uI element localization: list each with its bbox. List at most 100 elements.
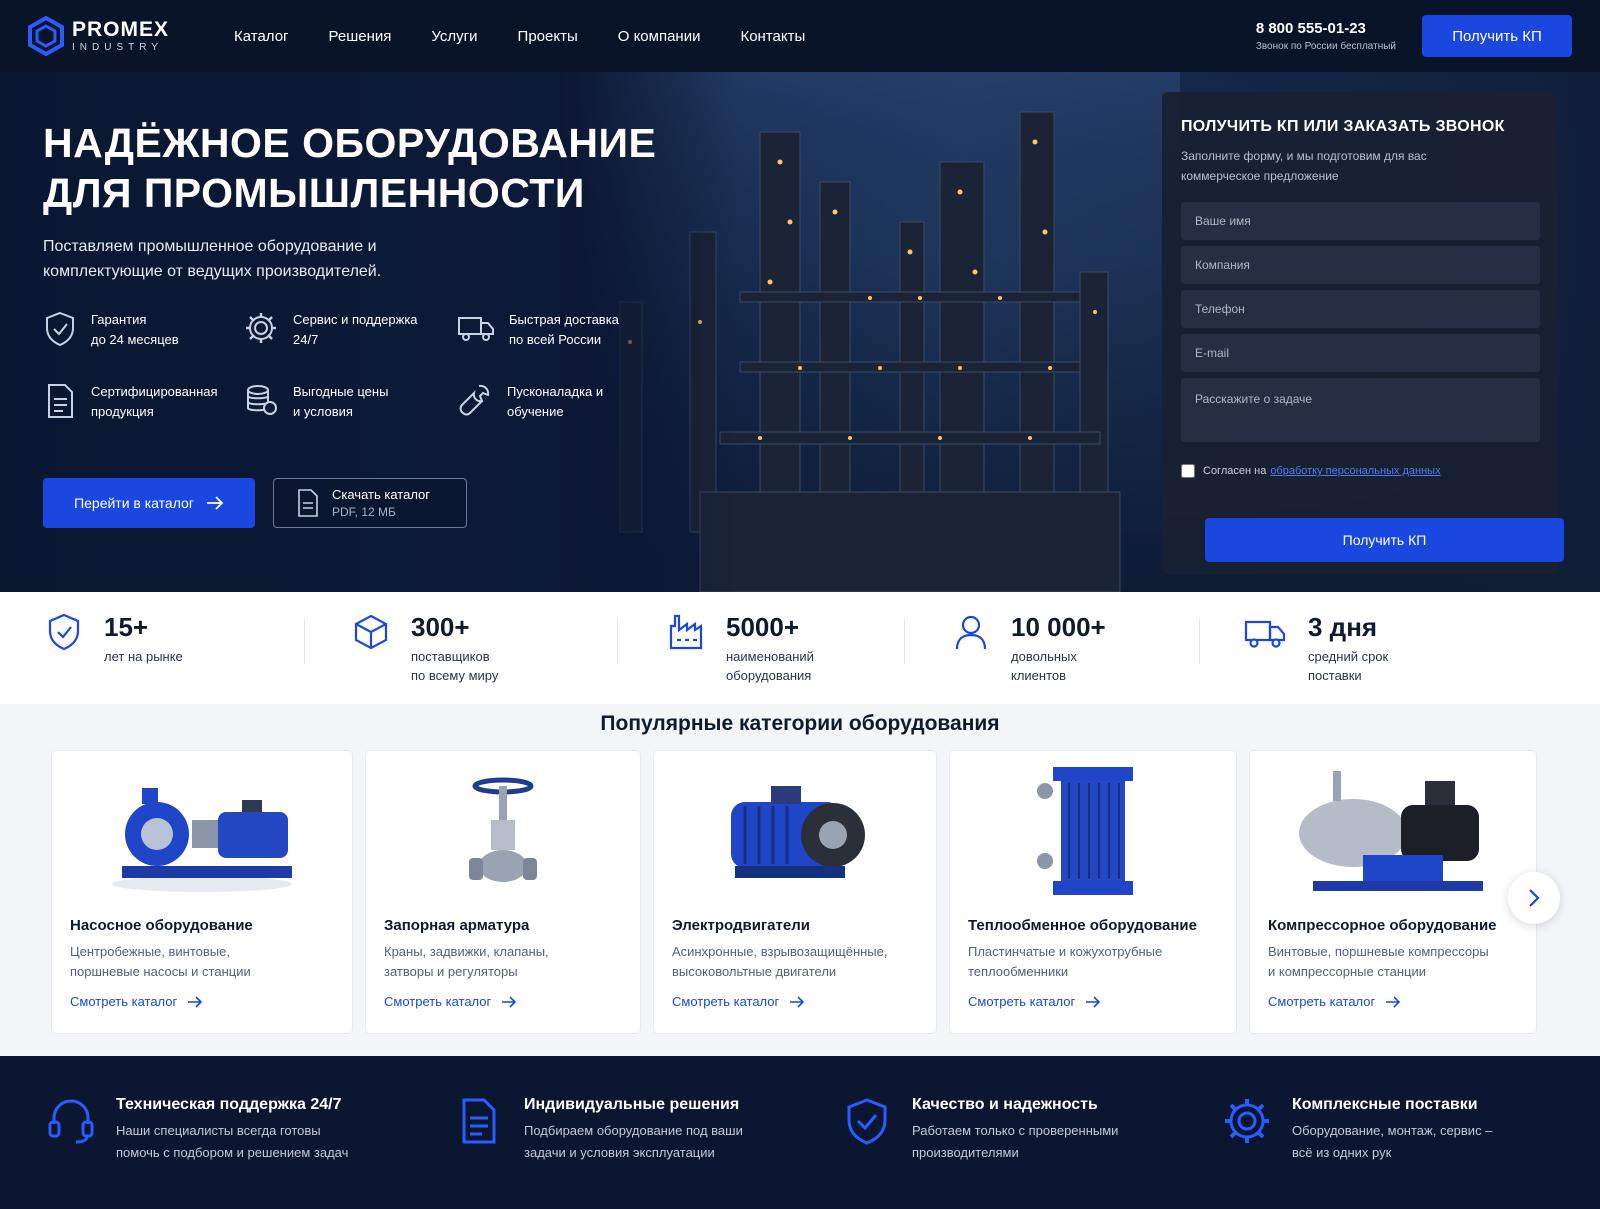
name-field[interactable]: [1181, 202, 1540, 240]
go-to-catalog-label: Перейти в каталог: [74, 495, 194, 511]
coins-icon: [247, 385, 277, 415]
feature-label: Пусконаладка и обучение: [507, 384, 604, 419]
truck-icon: [1244, 620, 1286, 648]
view-catalog-link[interactable]: Смотреть каталог: [968, 994, 1218, 1009]
phone-number[interactable]: 8 800 555-01-23: [1256, 20, 1396, 37]
site-header: PROMEX INDUSTRY Каталог Решения Услуги П…: [0, 0, 1600, 72]
go-to-catalog-button[interactable]: Перейти в каталог: [43, 478, 255, 528]
phone-block: 8 800 555-01-23 Звонок по России бесплат…: [1256, 20, 1396, 52]
category-name: Запорная арматура: [384, 917, 530, 934]
advantage-title: Комплексные поставки: [1292, 1096, 1478, 1113]
advantage-text: Подбираем оборудование под ваши задачи и…: [524, 1123, 743, 1160]
category-card-compressors[interactable]: Компрессорное оборудование Винтовые, пор…: [1249, 750, 1537, 1034]
document-icon: [462, 1098, 496, 1144]
form-submit-button[interactable]: Получить КП: [1205, 518, 1564, 562]
arrow-right-icon: [502, 995, 517, 1008]
stat-value: 3 дня: [1308, 612, 1378, 642]
category-desc: Пластинчатые и кожухотрубные теплообменн…: [968, 944, 1163, 979]
download-catalog-meta: PDF, 12 МБ: [332, 505, 396, 519]
heat-exchanger-image: [968, 751, 1218, 911]
email-field[interactable]: [1181, 334, 1540, 372]
category-name: Компрессорное оборудование: [1268, 917, 1497, 934]
category-card-pumps[interactable]: Насосное оборудование Центробежные, винт…: [51, 750, 353, 1034]
category-desc: Центробежные, винтовые, поршневые насосы…: [70, 944, 251, 979]
stat-value: 300+: [411, 612, 470, 642]
feature-service: Сервис и поддержка 24/7: [243, 310, 457, 350]
view-catalog-link[interactable]: Смотреть каталог: [384, 994, 622, 1009]
stat-label: средний срок поставки: [1308, 649, 1389, 683]
consent-text: Согласен на: [1203, 465, 1267, 477]
arrow-right-icon: [188, 995, 203, 1008]
logo-main: PROMEX: [72, 18, 170, 41]
feature-prices: Выгодные цены и условия: [243, 382, 457, 422]
stat-value: 5000+: [726, 612, 800, 642]
consent-checkbox[interactable]: [1181, 464, 1195, 478]
view-catalog-link[interactable]: Смотреть каталог: [70, 994, 334, 1009]
category-desc: Асинхронные, взрывозащищённые, высоковол…: [672, 944, 888, 979]
category-name: Электродвигатели: [672, 917, 810, 934]
pdf-document-icon: [298, 489, 318, 517]
feature-label: Гарантия до 24 месяцев: [91, 312, 179, 347]
advantage-title: Индивидуальные решения: [524, 1096, 740, 1113]
carousel-next-button[interactable]: [1508, 872, 1560, 924]
logo[interactable]: PROMEX INDUSTRY: [28, 16, 208, 56]
advantage-support: Техническая поддержка 24/7 Наши специалис…: [46, 1096, 454, 1209]
feature-delivery: Быстрая доставка по всей России: [457, 310, 643, 350]
download-catalog-button[interactable]: Скачать каталог PDF, 12 МБ: [273, 478, 467, 528]
advantage-title: Техническая поддержка 24/7: [116, 1096, 342, 1113]
hero-subtitle: Поставляем промышленное оборудование и к…: [43, 238, 382, 280]
hero-section: НАДЁЖНОЕ ОБОРУДОВАНИЕ ДЛЯ ПРОМЫШЛЕННОСТИ…: [0, 72, 1600, 592]
category-name: Теплообменное оборудование: [968, 917, 1197, 934]
phone-field[interactable]: [1181, 290, 1540, 328]
hero-title: НАДЁЖНОЕ ОБОРУДОВАНИЕ ДЛЯ ПРОМЫШЛЕННОСТИ: [43, 118, 656, 218]
category-name: Насосное оборудование: [70, 917, 253, 934]
factory-icon: [669, 614, 703, 650]
shield-check-icon: [46, 311, 74, 347]
cube-icon: [354, 614, 388, 650]
view-catalog-label: Смотреть каталог: [672, 994, 780, 1009]
advantages-section: Техническая поддержка 24/7 Наши специалис…: [0, 1056, 1600, 1209]
nav-projects[interactable]: Проекты: [518, 28, 578, 45]
category-card-motors[interactable]: Электродвигатели Асинхронные, взрывозащи…: [653, 750, 937, 1034]
stat-label: лет на рынке: [104, 649, 183, 664]
shield-check-icon: [847, 1098, 887, 1145]
form-title: ПОЛУЧИТЬ КП ИЛИ ЗАКАЗАТЬ ЗВОНОК: [1181, 118, 1505, 135]
stat-value: 10 000+: [1011, 612, 1106, 642]
arrow-right-icon: [1386, 995, 1401, 1008]
company-field[interactable]: [1181, 246, 1540, 284]
task-textarea[interactable]: [1181, 378, 1540, 442]
view-catalog-label: Смотреть каталог: [384, 994, 492, 1009]
nav-catalog[interactable]: Каталог: [234, 28, 289, 45]
category-desc: Винтовые, поршневые компрессоры и компре…: [1268, 944, 1489, 979]
compressor-image: [1268, 751, 1518, 911]
nav-services[interactable]: Услуги: [431, 28, 477, 45]
wrench-icon: [459, 384, 490, 416]
category-card-valves[interactable]: Запорная арматура Краны, задвижки, клапа…: [365, 750, 641, 1034]
hero-title-line2: ДЛЯ ПРОМЫШЛЕННОСТИ: [43, 170, 585, 216]
stat-years: 15+ лет на рынке: [46, 592, 304, 704]
consent-row: Согласен на обработку персональных данны…: [1181, 464, 1539, 478]
privacy-link[interactable]: обработку персональных данных: [1270, 465, 1440, 477]
category-card-heat-exchangers[interactable]: Теплообменное оборудование Пластинчатые …: [949, 750, 1237, 1034]
hero-features: Гарантия до 24 месяцев Сервис и поддержк…: [43, 310, 643, 422]
feature-label: Выгодные цены и условия: [293, 384, 389, 419]
view-catalog-label: Смотреть каталог: [968, 994, 1076, 1009]
gear-icon: [1225, 1099, 1269, 1143]
header-get-offer-button[interactable]: Получить КП: [1422, 15, 1572, 57]
advantage-text: Работаем только с проверенными производи…: [912, 1123, 1119, 1160]
advantage-quality: Качество и надежность Работаем только с п…: [842, 1096, 1222, 1209]
advantage-title: Качество и надежность: [912, 1096, 1098, 1113]
stat-label: довольных клиентов: [1011, 649, 1077, 683]
nav-solutions[interactable]: Решения: [329, 28, 392, 45]
stat-label: наименований оборудования: [726, 649, 814, 683]
feature-commissioning: Пусконаладка и обучение: [457, 382, 643, 422]
view-catalog-link[interactable]: Смотреть каталог: [672, 994, 918, 1009]
headset-icon: [48, 1099, 94, 1144]
feature-warranty: Гарантия до 24 месяцев: [43, 310, 243, 350]
nav-about[interactable]: О компании: [618, 28, 701, 45]
valve-image: [384, 751, 622, 911]
nav-contacts[interactable]: Контакты: [740, 28, 805, 45]
view-catalog-link[interactable]: Смотреть каталог: [1268, 994, 1518, 1009]
motor-image: [672, 751, 918, 911]
feature-label: Сервис и поддержка 24/7: [293, 312, 418, 347]
